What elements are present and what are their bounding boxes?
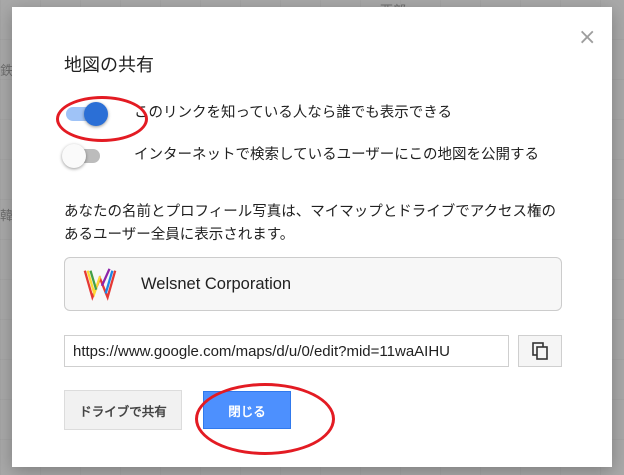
close-icon[interactable]: × xyxy=(578,27,596,49)
searchable-toggle[interactable] xyxy=(62,144,104,168)
visibility-description: あなたの名前とプロフィール写真は、マイマップとドライブでアクセス権のあるユーザー… xyxy=(64,204,556,243)
organization-card: Welsnet Corporation xyxy=(64,257,562,311)
toggle-knob xyxy=(62,144,86,168)
public-link-label: このリンクを知っている人なら誰でも表示できる xyxy=(134,105,452,121)
searchable-row: インターネットで検索しているユーザーにこの地図を公開する xyxy=(62,144,574,168)
share-map-dialog: × 地図の共有 このリンクを知っている人なら誰でも表示できる インターネットで検… xyxy=(12,7,612,467)
toggle-knob xyxy=(84,102,108,126)
copy-icon xyxy=(532,342,548,360)
organization-name: Welsnet Corporation xyxy=(141,274,292,293)
share-url-input[interactable] xyxy=(64,335,509,367)
share-in-drive-button[interactable]: ドライブで共有 xyxy=(64,390,182,430)
welsnet-logo-icon xyxy=(83,268,117,301)
searchable-label: インターネットで検索しているユーザーにこの地図を公開する xyxy=(134,147,539,163)
copy-url-button[interactable] xyxy=(518,335,562,367)
close-button[interactable]: 閉じる xyxy=(203,391,291,429)
dialog-title: 地図の共有 xyxy=(64,55,154,76)
public-link-row: このリンクを知っている人なら誰でも表示できる xyxy=(64,102,574,126)
public-link-toggle[interactable] xyxy=(64,102,108,126)
